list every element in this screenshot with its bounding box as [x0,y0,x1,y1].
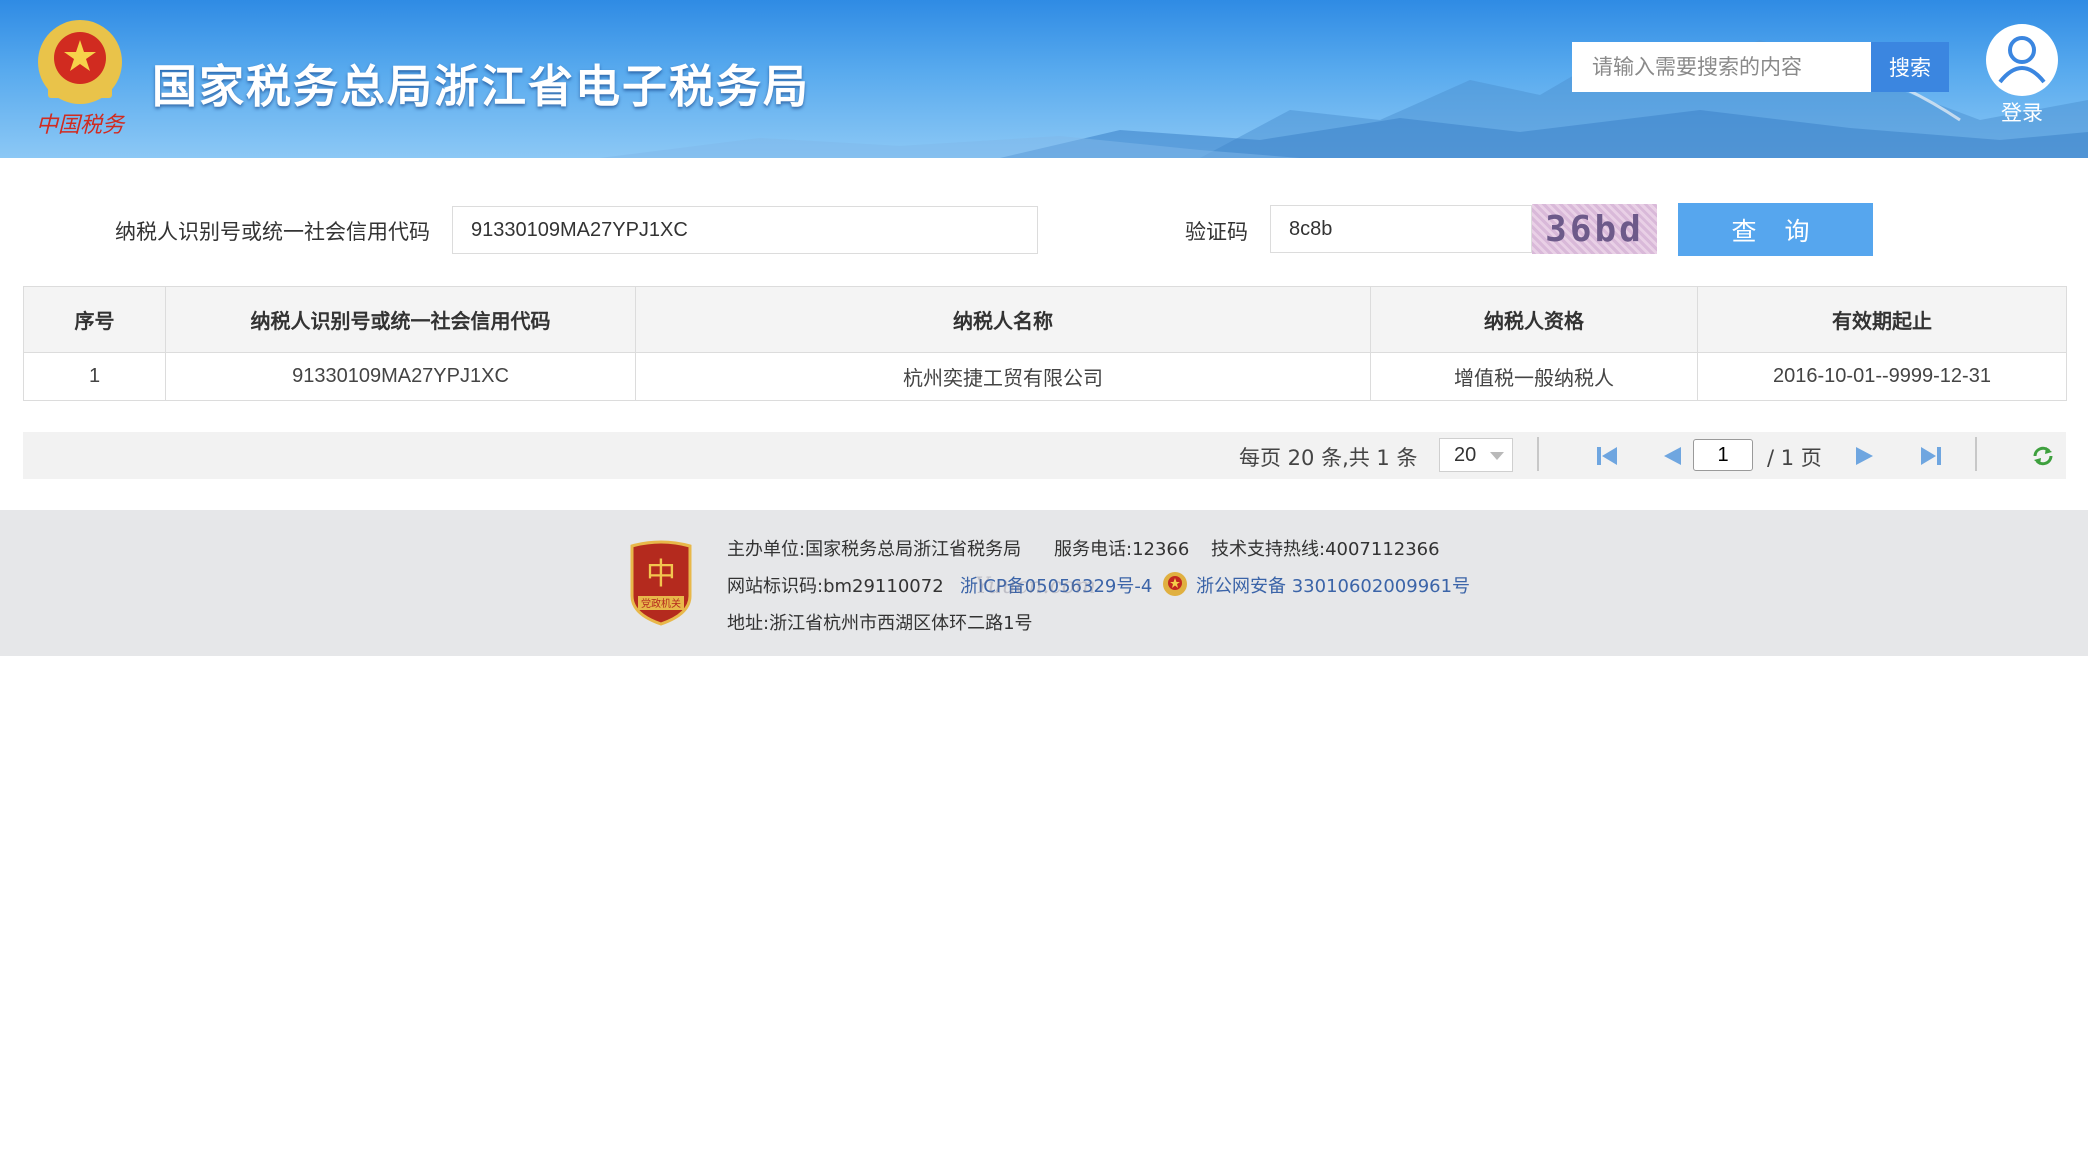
search-button[interactable]: 搜索 [1871,42,1949,92]
refresh-icon[interactable] [2031,444,2055,468]
captcha-label: 验证码 [1185,220,1248,244]
captcha-input[interactable] [1270,205,1532,253]
site-title: 国家税务总局浙江省电子税务局 [152,60,811,113]
search-input[interactable] [1572,42,1871,92]
police-badge-icon [1163,572,1187,596]
table-cell: 增值税一般纳税人 [1370,352,1698,401]
pager-info: 每页 20 条,共 1 条 [1239,446,1418,470]
table-cell: 1 [23,352,166,401]
column-header: 纳税人识别号或统一社会信用代码 [165,286,636,353]
watermark: Yuucn.com [975,574,1096,599]
party-government-badge-icon[interactable]: 中 党政机关 [626,540,696,626]
taxpayer-id-label: 纳税人识别号或统一社会信用代码 [115,220,430,244]
login-link[interactable]: 登录 [1986,97,2058,127]
table-cell: 2016-10-01--9999-12-31 [1697,352,2067,401]
footer-address: 地址:浙江省杭州市西湖区体环二路1号 [727,613,1033,634]
pagination-bar: 每页 20 条,共 1 条 20 / 1 页 [23,432,2066,479]
first-page-icon[interactable] [1595,444,1619,468]
query-button[interactable]: 查 询 [1678,203,1873,256]
taxpayer-id-input[interactable] [452,206,1038,254]
divider [1537,437,1539,471]
svg-text:中: 中 [646,557,676,592]
site-header: 中国税务 国家税务总局浙江省电子税务局 搜索 登录 [0,0,2088,158]
chevron-down-icon [1490,452,1504,460]
column-header: 序号 [23,286,166,353]
column-header: 纳税人名称 [635,286,1371,353]
divider [1975,437,1977,471]
result-table: 序号 纳税人识别号或统一社会信用代码 纳税人名称 纳税人资格 有效期起止 1 9… [23,286,2067,401]
user-avatar-icon[interactable] [1986,24,2058,96]
column-header: 纳税人资格 [1370,286,1698,353]
table-row: 1 91330109MA27YPJ1XC 杭州奕捷工贸有限公司 增值税一般纳税人… [23,352,2067,401]
table-cell: 杭州奕捷工贸有限公司 [635,352,1371,401]
table-header-row: 序号 纳税人识别号或统一社会信用代码 纳税人名称 纳税人资格 有效期起止 [23,286,2067,353]
svg-text:党政机关: 党政机关 [641,597,681,610]
last-page-icon[interactable] [1919,444,1943,468]
column-header: 有效期起止 [1697,286,2067,353]
tax-emblem-icon: 中国税务 [36,20,126,138]
prev-page-icon[interactable] [1660,444,1684,468]
captcha-image[interactable]: 36bd [1532,204,1657,254]
table-cell: 91330109MA27YPJ1XC [165,352,636,401]
site-footer: 中 党政机关 主办单位:国家税务总局浙江省税务局 服务电话:12366 技术支持… [0,510,2088,656]
current-page-input[interactable] [1693,439,1753,471]
police-record-link[interactable]: 浙公网安备 33010602009961号 [1196,572,1470,598]
next-page-icon[interactable] [1853,444,1877,468]
svg-text:中国税务: 中国税务 [36,113,126,138]
footer-host: 主办单位:国家税务总局浙江省税务局 [727,539,1022,560]
page-total: / 1 页 [1767,446,1822,470]
page-size-select[interactable]: 20 [1439,438,1513,472]
footer-phone: 服务电话:12366 [1054,539,1190,560]
footer-support: 技术支持热线:4007112366 [1211,539,1440,560]
page-size-value: 20 [1454,444,1477,466]
footer-site-code: 网站标识码:bm29110072 [727,576,944,597]
